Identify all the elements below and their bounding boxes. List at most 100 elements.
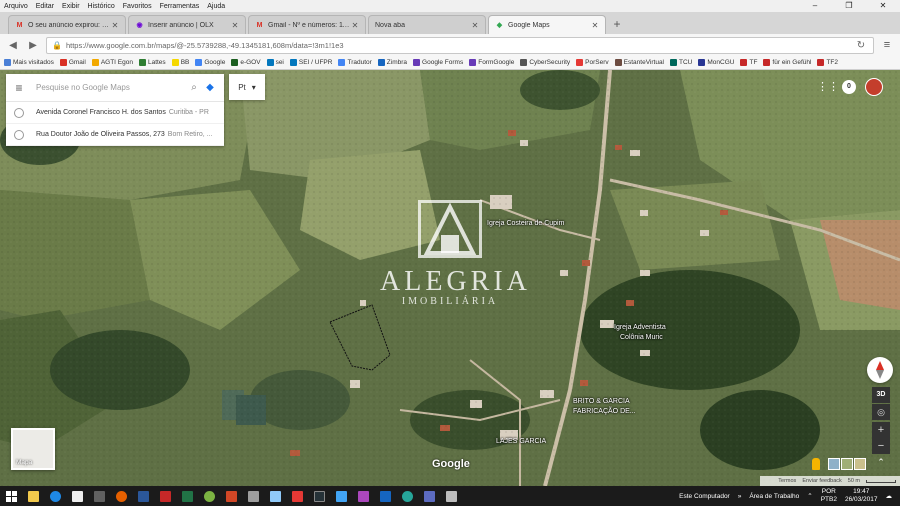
directions-icon[interactable]: ◆	[202, 82, 218, 93]
reload-icon[interactable]: ↻	[854, 40, 868, 51]
bookmark-item[interactable]: TCU	[670, 59, 692, 66]
globe-icon[interactable]	[396, 486, 418, 506]
menu-ferramentas[interactable]: Ferramentas	[160, 3, 200, 10]
notifications-badge[interactable]: 0	[842, 80, 856, 94]
search-input[interactable]	[36, 83, 186, 92]
map-label-adventist[interactable]: Igreja Adventista	[614, 324, 666, 331]
pegman-icon[interactable]	[812, 458, 820, 470]
zoom-out-button[interactable]: −	[872, 438, 890, 454]
zoom-in-button[interactable]: +	[872, 422, 890, 438]
map-label-church[interactable]: Igreja Costeira de Cupim	[487, 220, 564, 227]
avatar[interactable]	[865, 78, 883, 96]
tab-new-tab[interactable]: Nova aba ✕	[368, 15, 486, 34]
xp-icon[interactable]	[374, 486, 396, 506]
search-icon[interactable]: ⌕	[186, 82, 202, 93]
bookmark-item[interactable]: AGTI Egon	[91, 59, 133, 66]
firefox-icon[interactable]	[110, 486, 132, 506]
document-icon[interactable]	[264, 486, 286, 506]
scale-label[interactable]: 50 m	[848, 478, 860, 484]
url-text[interactable]: https://www.google.com.br/maps/@-25.5739…	[66, 41, 850, 50]
map-label-colonia[interactable]: Colônia Muric	[620, 334, 663, 341]
feedback-link[interactable]: Enviar feedback	[802, 478, 841, 484]
browser-menu-icon[interactable]: ≡	[880, 39, 894, 51]
menu-arquivo[interactable]: Arquivo	[4, 3, 28, 10]
explorer-icon[interactable]	[22, 486, 44, 506]
calculator-icon[interactable]	[88, 486, 110, 506]
forward-icon[interactable]: ▶	[26, 40, 40, 51]
bookmark-item[interactable]: TF	[740, 59, 757, 66]
suggestion-item[interactable]: Avenida Coronel Francisco H. dos Santos …	[6, 102, 224, 124]
bookmark-item[interactable]: Tradutor	[338, 59, 372, 66]
terms-link[interactable]: Termos	[778, 478, 796, 484]
notification-center-icon[interactable]: ☁	[886, 492, 893, 500]
compass-icon[interactable]	[867, 357, 893, 383]
app-icon[interactable]	[440, 486, 462, 506]
powerpoint-icon[interactable]	[220, 486, 242, 506]
menu-ajuda[interactable]: Ajuda	[207, 3, 225, 10]
this-pc-label[interactable]: Este Computador	[679, 493, 730, 500]
tool-icon[interactable]	[242, 486, 264, 506]
close-icon[interactable]: ✕	[471, 21, 479, 30]
bookmark-item[interactable]: MonCGU	[698, 59, 734, 66]
layer-dropdown[interactable]: Pt ▾	[229, 74, 265, 100]
image-viewer-icon[interactable]	[352, 486, 374, 506]
language-indicator[interactable]: POR PTB2	[821, 488, 837, 504]
bookmark-item[interactable]: SEI / UFPR	[289, 59, 332, 66]
bookmark-item[interactable]: für ein Gefühl	[763, 59, 811, 66]
apps-grid-icon[interactable]: ⋮⋮	[817, 80, 839, 94]
word-icon[interactable]	[132, 486, 154, 506]
map-label-lajes-garcia[interactable]: LAJES GARCIA	[496, 438, 546, 445]
back-icon[interactable]: ◀	[6, 40, 20, 51]
bookmark-item[interactable]: BB	[171, 59, 189, 66]
clock[interactable]: 19:47 26/03/2017	[845, 488, 878, 504]
suggestion-item[interactable]: Rua Doutor João de Oliveira Passos, 273 …	[6, 124, 224, 146]
bookmark-item[interactable]: sei	[266, 59, 284, 66]
menu-exibir[interactable]: Exibir	[62, 3, 80, 10]
imagery-thumbnails[interactable]	[828, 458, 866, 470]
bookmark-item[interactable]: Gmail	[59, 59, 86, 66]
excel-icon[interactable]	[176, 486, 198, 506]
menu-favoritos[interactable]: Favoritos	[123, 3, 152, 10]
map-label-brito-garcia[interactable]: BRITO & GARCIA	[573, 398, 630, 405]
acrobat-icon[interactable]	[154, 486, 176, 506]
bookmark-item[interactable]: Zimbra	[377, 59, 407, 66]
tab-gmail-expired[interactable]: M O seu anúncio expirou: Te... ✕	[8, 15, 126, 34]
tab-google-maps[interactable]: ◆ Google Maps ✕	[488, 15, 606, 34]
bookmark-item[interactable]: Lattes	[138, 59, 166, 66]
bookmark-item[interactable]: e-GOV	[231, 59, 261, 66]
minimize-button[interactable]: –	[798, 0, 832, 12]
store-icon[interactable]	[66, 486, 88, 506]
tilt-3d-button[interactable]: 3D	[872, 387, 890, 403]
close-icon[interactable]: ✕	[111, 21, 119, 30]
menu-editar[interactable]: Editar	[36, 3, 54, 10]
chevron-icon[interactable]: »	[738, 493, 742, 500]
network-icon[interactable]	[418, 486, 440, 506]
bookmark-item[interactable]: PorServ	[576, 59, 609, 66]
green-app-icon[interactable]	[198, 486, 220, 506]
expand-icon[interactable]: ⌃	[872, 457, 890, 471]
new-tab-button[interactable]: +	[608, 15, 626, 34]
bookmark-item[interactable]: CyberSecurity	[520, 59, 570, 66]
my-location-icon[interactable]: ◎	[872, 404, 890, 420]
bookmark-item[interactable]: Mais visitados	[4, 59, 54, 66]
bookmark-item[interactable]: Google Forms	[413, 59, 463, 66]
terminal-icon[interactable]	[308, 486, 330, 506]
tab-gmail-numbers[interactable]: M Gmail - Nº e números: 118... ✕	[248, 15, 366, 34]
close-window-button[interactable]: ✕	[866, 0, 900, 12]
monitor-icon[interactable]	[330, 486, 352, 506]
close-icon[interactable]: ✕	[351, 21, 359, 30]
tray-arrow-icon[interactable]: ⌃	[807, 492, 812, 500]
restore-button[interactable]: ❐	[832, 0, 866, 12]
map-label-fabricacao[interactable]: FABRICAÇÃO DE...	[573, 408, 636, 415]
menu-historico[interactable]: Histórico	[88, 3, 115, 10]
close-icon[interactable]: ✕	[231, 21, 239, 30]
bookmark-item[interactable]: TF2	[817, 59, 838, 66]
bookmark-item[interactable]: EstanteVirtual	[614, 59, 664, 66]
hamburger-menu-icon[interactable]: ≡	[12, 81, 26, 95]
red-app-icon[interactable]	[286, 486, 308, 506]
edge-icon[interactable]	[44, 486, 66, 506]
url-field[interactable]: 🔒 https://www.google.com.br/maps/@-25.57…	[46, 36, 874, 54]
bookmark-item[interactable]: Google	[195, 59, 225, 66]
tab-olx[interactable]: ◉ Inserir anúncio | OLX ✕	[128, 15, 246, 34]
close-icon[interactable]: ✕	[591, 21, 599, 30]
